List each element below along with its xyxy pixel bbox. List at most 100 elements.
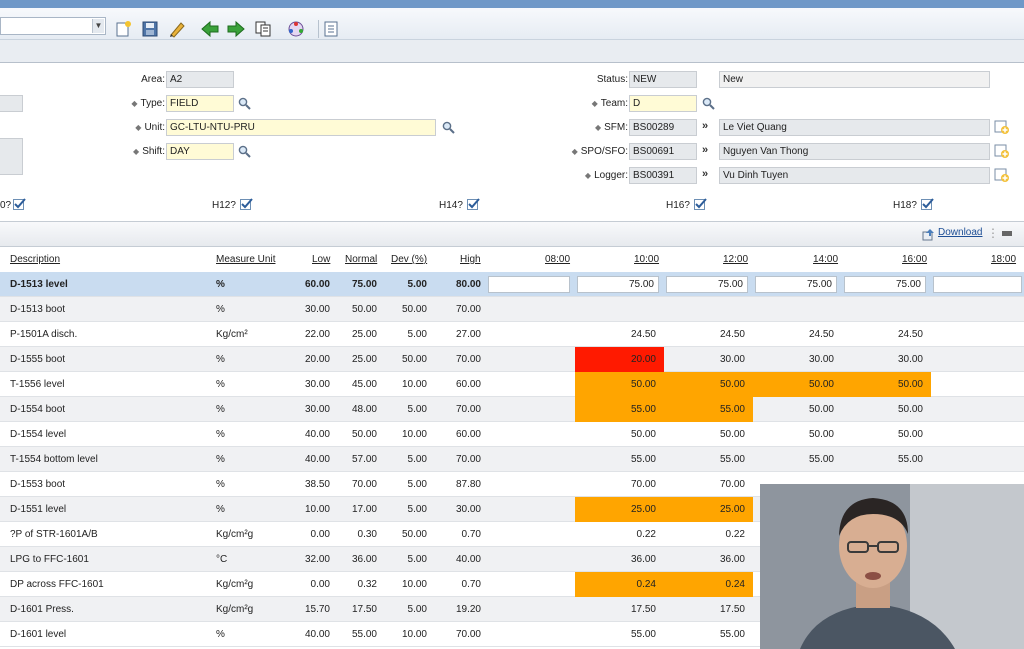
reading-cell[interactable] [931,397,1024,422]
reading-cell[interactable]: 50.00 [575,422,664,447]
reading-cell[interactable]: 50.00 [753,422,842,447]
reading-cell[interactable] [931,297,1024,322]
search-icon[interactable] [702,97,715,110]
reading-cell[interactable]: 50.00 [753,372,842,397]
table-row[interactable]: T-1554 bottom level% 40.00 57.00 5.00 70.00 5… [0,447,1024,472]
team-field[interactable]: D [629,95,697,112]
search-icon[interactable] [238,145,251,158]
col-header-description[interactable]: Description [10,248,60,272]
edit-icon[interactable] [168,20,186,38]
save-icon[interactable] [141,20,159,38]
h10-checkbox[interactable] [13,198,26,210]
col-header-measure-unit[interactable]: Measure Unit [216,248,275,272]
workflow-icon[interactable] [287,20,305,38]
shift-field[interactable]: DAY [166,143,234,160]
download-icon[interactable] [922,228,935,241]
reading-cell[interactable]: 55.00 [842,447,931,472]
reading-input[interactable]: 75.00 [755,276,837,293]
reading-cell[interactable]: 0.24 [664,572,753,597]
col-header-1600[interactable]: 16:00 [902,248,927,272]
reading-cell[interactable]: 55.00 [575,622,664,647]
reading-cell[interactable] [486,397,575,422]
reading-cell[interactable] [486,372,575,397]
chevron-down-icon[interactable]: ▼ [92,19,104,33]
left-partial-field[interactable] [0,95,23,112]
user-lookup-icon[interactable] [994,167,1010,183]
reading-input[interactable]: 75.00 [844,276,926,293]
reading-cell[interactable]: 55.00 [664,397,753,422]
reading-cell[interactable] [486,547,575,572]
reading-cell[interactable]: 17.50 [575,597,664,622]
search-icon[interactable] [238,97,251,110]
reading-cell[interactable]: 0.24 [575,572,664,597]
col-header-1400[interactable]: 14:00 [813,248,838,272]
forward-arrow-icon[interactable] [227,20,245,38]
report-icon[interactable] [322,20,340,38]
reading-cell[interactable] [486,622,575,647]
reading-cell[interactable]: 36.00 [664,547,753,572]
user-lookup-icon[interactable] [994,119,1010,135]
reading-cell[interactable] [486,597,575,622]
h16-checkbox[interactable] [694,198,707,210]
reading-cell[interactable] [486,347,575,372]
double-chevron-icon[interactable]: » [702,120,708,132]
reading-cell[interactable]: 30.00 [842,347,931,372]
reading-cell[interactable]: 0.22 [664,522,753,547]
reading-cell[interactable]: 55.00 [664,447,753,472]
left-partial-textarea[interactable] [0,138,23,175]
logger-code-field[interactable]: BS00391 [629,167,697,184]
col-header-dev[interactable]: Dev (%) [391,248,427,272]
reading-input[interactable]: 75.00 [577,276,659,293]
double-chevron-icon[interactable]: » [702,168,708,180]
user-lookup-icon[interactable] [994,143,1010,159]
reading-cell[interactable] [931,372,1024,397]
table-row[interactable]: D-1513 boot% 30.00 50.00 50.00 70.00 [0,297,1024,322]
reading-cell[interactable]: 30.00 [753,347,842,372]
reading-cell[interactable]: 55.00 [664,622,753,647]
table-row[interactable]: D-1555 boot% 20.00 25.00 50.00 70.00 20.00 30.… [0,347,1024,372]
col-header-high[interactable]: High [460,248,481,272]
reading-cell[interactable]: 36.00 [575,547,664,572]
reading-cell[interactable] [486,422,575,447]
reading-cell[interactable] [486,447,575,472]
col-header-1800[interactable]: 18:00 [991,248,1016,272]
copy-icon[interactable] [254,20,272,38]
unit-field[interactable]: GC-LTU-NTU-PRU [166,119,436,136]
reading-input[interactable] [933,276,1022,293]
reading-cell[interactable] [753,297,842,322]
grid-menu-icon[interactable]: ⋮ [987,226,999,240]
reading-cell[interactable]: 25.00 [664,497,753,522]
area-field[interactable]: A2 [166,71,234,88]
reading-cell[interactable] [486,522,575,547]
reading-cell[interactable]: 50.00 [575,372,664,397]
reading-cell[interactable]: 70.00 [664,472,753,497]
h12-checkbox[interactable] [240,198,253,210]
col-header-0800[interactable]: 08:00 [545,248,570,272]
reading-cell[interactable]: 50.00 [753,397,842,422]
table-row[interactable]: D-1554 level% 40.00 50.00 10.00 60.00 50.00 50… [0,422,1024,447]
search-icon[interactable] [442,121,455,134]
reading-cell[interactable] [931,422,1024,447]
reading-cell[interactable] [842,297,931,322]
h18-checkbox[interactable] [921,198,934,210]
h14-checkbox[interactable] [467,198,480,210]
reading-cell[interactable]: 50.00 [842,422,931,447]
reading-cell[interactable] [486,497,575,522]
double-chevron-icon[interactable]: » [702,144,708,156]
col-header-normal[interactable]: Normal [345,248,377,272]
table-row[interactable]: P-1501A disch. Kg/cm² 22.00 25.00 5.00 27.00 2… [0,322,1024,347]
reading-cell[interactable]: 17.50 [664,597,753,622]
minimize-icon[interactable] [1002,231,1012,236]
reading-cell[interactable]: 50.00 [664,372,753,397]
col-header-low[interactable]: Low [312,248,330,272]
reading-cell[interactable]: 55.00 [753,447,842,472]
download-link[interactable]: Download [938,227,982,238]
type-field[interactable]: FIELD [166,95,234,112]
reading-cell[interactable] [575,297,664,322]
record-combo[interactable]: ▼ [0,17,106,35]
reading-cell[interactable]: 25.00 [575,497,664,522]
col-header-1200[interactable]: 12:00 [723,248,748,272]
reading-cell[interactable]: 24.50 [664,322,753,347]
reading-cell[interactable] [486,472,575,497]
reading-cell[interactable]: 50.00 [664,422,753,447]
